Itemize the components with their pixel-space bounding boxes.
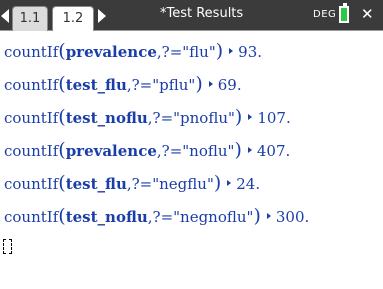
previous-page-icon[interactable] bbox=[1, 9, 9, 23]
close-paren: ) bbox=[234, 106, 243, 128]
tab-page-1-1[interactable]: 1.1 bbox=[12, 6, 48, 31]
result-value: 407. bbox=[256, 142, 291, 160]
condition: ,?="pflu" bbox=[126, 76, 196, 94]
close-icon[interactable]: ✕ bbox=[361, 5, 374, 23]
document-title: *Test Results bbox=[160, 6, 244, 21]
next-page-icon[interactable] bbox=[98, 9, 106, 23]
result-value: 300. bbox=[275, 208, 310, 226]
argument: test_flu bbox=[65, 76, 127, 94]
function-name: countIf bbox=[4, 109, 59, 127]
result-arrow-icon bbox=[248, 114, 253, 120]
function-name: countIf bbox=[4, 175, 59, 193]
empty-input-box[interactable] bbox=[3, 239, 12, 254]
function-name: countIf bbox=[4, 208, 59, 226]
argument: test_noflu bbox=[65, 109, 148, 127]
history-entry[interactable]: countIf(prevalence,?="flu") 93. bbox=[4, 40, 262, 62]
result-arrow-icon bbox=[208, 81, 213, 87]
argument: test_noflu bbox=[65, 208, 148, 226]
argument: prevalence bbox=[65, 142, 157, 160]
result-value: 69. bbox=[217, 76, 242, 94]
function-name: countIf bbox=[4, 76, 59, 94]
open-paren: ( bbox=[58, 73, 66, 95]
close-paren: ) bbox=[215, 40, 224, 62]
open-paren: ( bbox=[58, 106, 66, 128]
angle-mode-indicator: DEG bbox=[313, 9, 337, 20]
condition: ,?="pnoflu" bbox=[147, 109, 235, 127]
history-entry[interactable]: countIf(test_flu,?="negflu") 24. bbox=[4, 172, 260, 194]
result-value: 24. bbox=[236, 175, 261, 193]
close-paren: ) bbox=[213, 172, 222, 194]
argument: prevalence bbox=[65, 43, 157, 61]
result-arrow-icon bbox=[227, 180, 232, 186]
open-paren: ( bbox=[58, 205, 66, 227]
tab-page-1-2[interactable]: 1.2 bbox=[52, 6, 94, 31]
history-entry[interactable]: countIf(test_flu,?="pflu") 69. bbox=[4, 73, 242, 95]
open-paren: ( bbox=[58, 40, 66, 62]
top-bar: 1.1 1.2 *Test Results DEG ✕ bbox=[0, 0, 383, 31]
close-paren: ) bbox=[234, 139, 242, 161]
close-paren: ) bbox=[253, 205, 261, 227]
condition: ,?="negnoflu" bbox=[147, 208, 254, 226]
argument: test_flu bbox=[65, 175, 127, 193]
open-paren: ( bbox=[58, 139, 66, 161]
function-name: countIf bbox=[4, 142, 59, 160]
result-arrow-icon bbox=[247, 147, 252, 153]
calculator-history[interactable]: countIf(prevalence,?="flu") 93. countIf(t… bbox=[0, 31, 383, 289]
function-name: countIf bbox=[4, 43, 59, 61]
condition: ,?="noflu" bbox=[156, 142, 235, 160]
open-paren: ( bbox=[58, 172, 66, 194]
result-arrow-icon bbox=[266, 213, 271, 219]
condition: ,?="flu" bbox=[156, 43, 216, 61]
battery-icon bbox=[339, 3, 349, 23]
history-entry[interactable]: countIf(test_noflu,?="negnoflu") 300. bbox=[4, 205, 309, 227]
history-entry[interactable]: countIf(test_noflu,?="pnoflu") 107. bbox=[4, 106, 291, 128]
result-value: 93. bbox=[238, 43, 263, 61]
close-paren: ) bbox=[195, 73, 203, 95]
result-arrow-icon bbox=[229, 48, 234, 54]
history-entry[interactable]: countIf(prevalence,?="noflu") 407. bbox=[4, 139, 290, 161]
result-value: 107. bbox=[257, 109, 291, 127]
condition: ,?="negflu" bbox=[126, 175, 214, 193]
